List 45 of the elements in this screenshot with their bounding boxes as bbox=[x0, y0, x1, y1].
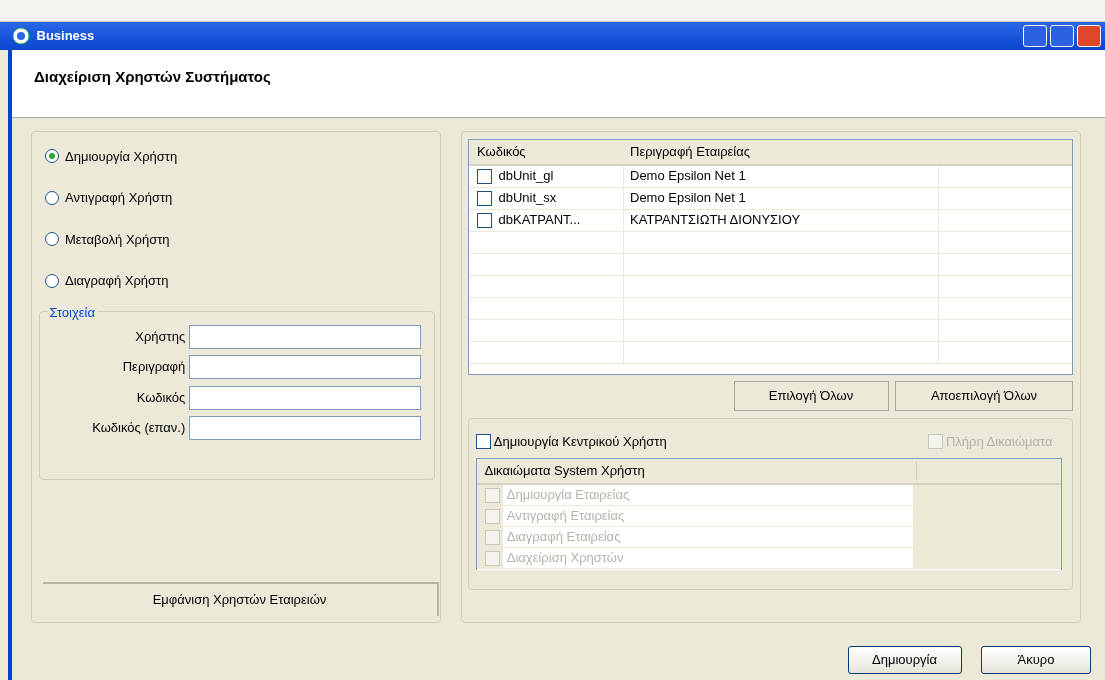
radio-label: Διαγραφή Χρήστη bbox=[65, 272, 169, 290]
field-label: Κωδικός bbox=[136, 388, 186, 407]
checkbox-label: Δημιουργία Κεντρικού Χρήστη bbox=[493, 432, 667, 451]
radio-label: Μεταβολή Χρήστη bbox=[65, 230, 170, 249]
input-field[interactable] bbox=[188, 416, 421, 440]
select-all-button[interactable]: Επιλογή Όλων bbox=[733, 381, 889, 411]
dialog-heading: Διαχείριση Χρηστών Συστήματος bbox=[12, 50, 1105, 118]
column-header: Δικαιώματα System Χρήστη bbox=[476, 460, 917, 481]
show-users-button[interactable]: Εμφάνιση Χρηστών Εταιρειών bbox=[152, 589, 327, 610]
radio-button[interactable] bbox=[44, 149, 59, 164]
table-cell-text: dbΚΑΤΡΑΝΤ... bbox=[498, 211, 581, 230]
table-cell-text: dbUnit_gl bbox=[498, 167, 554, 186]
field-label: Περιγραφή bbox=[122, 358, 186, 377]
table-cell-text: dbUnit_sx bbox=[498, 189, 557, 208]
cancel-button[interactable]: Άκυρο bbox=[981, 645, 1091, 674]
checkbox-label: Διαγραφή Εταιρείας bbox=[502, 527, 913, 547]
create-button[interactable]: Δημιουργία bbox=[847, 645, 962, 674]
checkbox[interactable] bbox=[477, 190, 492, 206]
close-button[interactable] bbox=[1077, 25, 1101, 47]
checkbox[interactable] bbox=[475, 433, 491, 449]
column-header: Περιγραφή Εταιρείας bbox=[624, 141, 939, 162]
minimize-button[interactable] bbox=[1022, 25, 1047, 47]
field-label: Κωδικός (επαν.) bbox=[92, 419, 186, 438]
radio-label: Αντιγραφή Χρήστη bbox=[65, 189, 173, 207]
radio-label: Δημιουργία Χρήστη bbox=[65, 147, 178, 166]
radio-button[interactable] bbox=[44, 232, 59, 247]
checkbox[interactable] bbox=[477, 212, 492, 228]
maximize-button[interactable] bbox=[1049, 25, 1074, 47]
table-cell: Demo Epsilon Net 1 bbox=[624, 166, 939, 186]
radio-button[interactable] bbox=[44, 273, 59, 288]
checkbox-label: Αντιγραφή Εταιρείας bbox=[502, 506, 913, 526]
checkbox-label: Διαχείριση Χρηστών bbox=[502, 548, 913, 568]
app-icon bbox=[12, 27, 30, 45]
checkbox-label: Δημιουργία Εταιρείας bbox=[502, 485, 913, 505]
input-field[interactable] bbox=[188, 385, 421, 410]
checkbox[interactable] bbox=[477, 168, 492, 184]
table-cell: Demo Epsilon Net 1 bbox=[624, 188, 939, 208]
input-field[interactable] bbox=[188, 355, 421, 379]
column-header: Κωδικός bbox=[469, 141, 624, 162]
field-label: Χρήστης bbox=[135, 327, 186, 346]
radio-button[interactable] bbox=[44, 190, 59, 205]
table-cell: ΚΑΤΡΑΝΤΣΙΩΤΗ ΔΙΟΝΥΣΙΟΥ bbox=[624, 210, 939, 230]
input-field[interactable] bbox=[188, 324, 421, 349]
window-title: Business bbox=[36, 27, 95, 46]
deselect-all-button[interactable]: Αποεπιλογή Όλων bbox=[895, 381, 1073, 411]
